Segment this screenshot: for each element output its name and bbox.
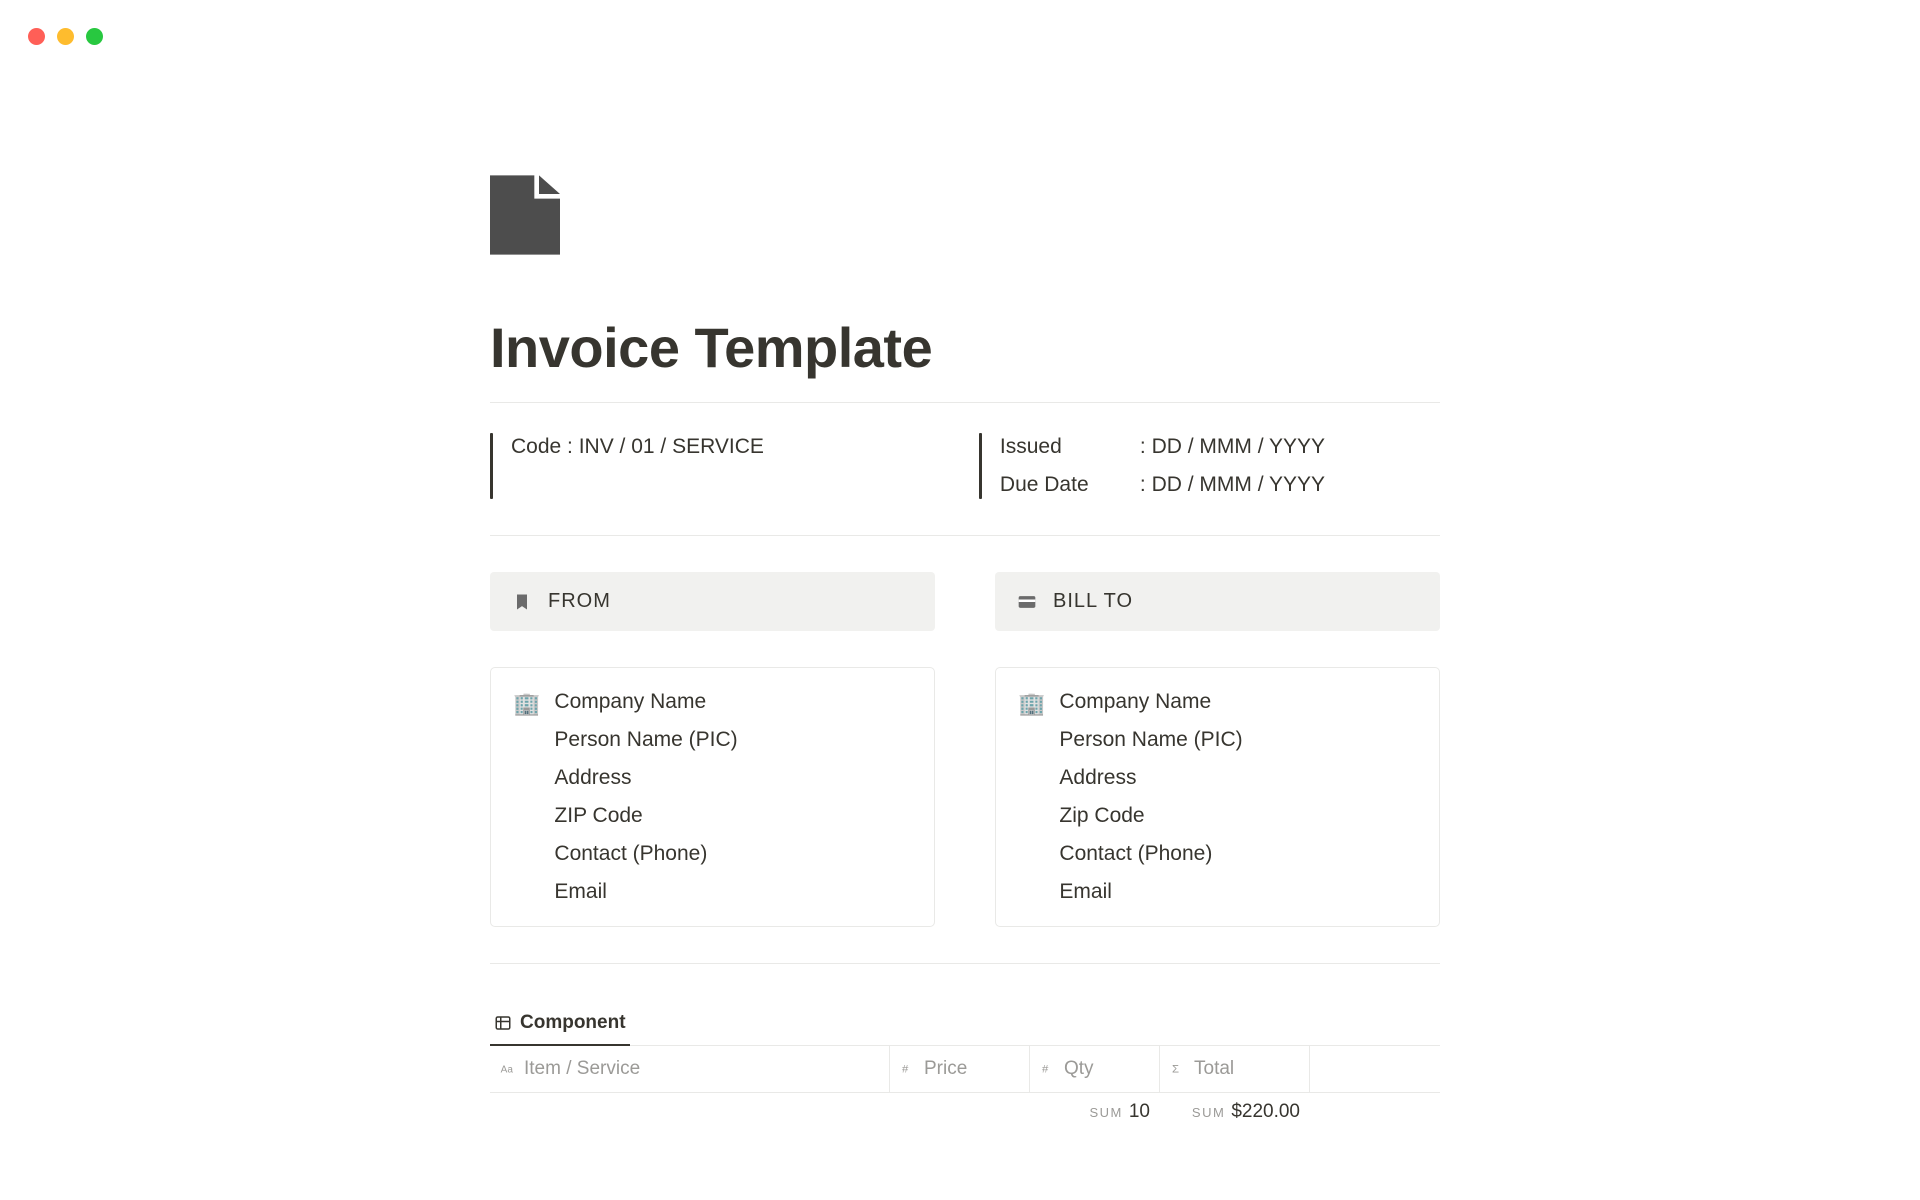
from-contact: Contact (Phone)	[554, 842, 737, 866]
sum-label: SUM	[1192, 1105, 1225, 1120]
bookmark-icon	[512, 592, 532, 612]
parties-row: FROM 🏢 Company Name Person Name (PIC) Ad…	[490, 572, 1440, 927]
column-total-label: Total	[1194, 1058, 1234, 1080]
from-address: Address	[554, 766, 737, 790]
from-header-label: FROM	[548, 590, 611, 613]
page-content: Invoice Template Code : INV / 01 / SERVI…	[490, 175, 1440, 1123]
maximize-window-button[interactable]	[86, 28, 103, 45]
bill-to-person: Person Name (PIC)	[1059, 728, 1242, 752]
number-prop-icon: #	[900, 1061, 916, 1077]
from-card[interactable]: 🏢 Company Name Person Name (PIC) Address…	[490, 667, 935, 927]
column-total[interactable]: Σ Total	[1160, 1046, 1310, 1092]
tab-component[interactable]: Component	[490, 1004, 630, 1046]
svg-text:#: #	[1042, 1063, 1049, 1075]
formula-prop-icon: Σ	[1170, 1061, 1186, 1077]
due-date-value: : DD / MMM / YYYY	[1140, 473, 1325, 497]
divider	[490, 963, 1440, 964]
divider	[490, 535, 1440, 536]
building-icon: 🏢	[513, 690, 540, 904]
sum-qty-value: 10	[1129, 1101, 1150, 1123]
bill-to-header-label: BILL TO	[1053, 590, 1133, 613]
quote-bar-icon	[490, 433, 493, 499]
due-date-label: Due Date	[1000, 473, 1140, 497]
sum-total-value: $220.00	[1231, 1101, 1300, 1123]
minimize-window-button[interactable]	[57, 28, 74, 45]
bill-to-zip: Zip Code	[1059, 804, 1242, 828]
window-traffic-lights	[28, 28, 103, 45]
from-person: Person Name (PIC)	[554, 728, 737, 752]
bill-to-column: BILL TO 🏢 Company Name Person Name (PIC)…	[995, 572, 1440, 927]
invoice-code-block[interactable]: Code : INV / 01 / SERVICE	[490, 433, 764, 499]
from-zip: ZIP Code	[554, 804, 737, 828]
table-icon	[494, 1014, 512, 1032]
quote-bar-icon	[979, 433, 982, 499]
tab-component-label: Component	[520, 1012, 626, 1034]
from-column: FROM 🏢 Company Name Person Name (PIC) Ad…	[490, 572, 935, 927]
svg-text:#: #	[902, 1063, 909, 1075]
column-item-label: Item / Service	[524, 1058, 640, 1080]
from-header[interactable]: FROM	[490, 572, 935, 631]
issued-label: Issued	[1000, 435, 1140, 459]
invoice-dates-block[interactable]: Issued : DD / MMM / YYYY Due Date : DD /…	[979, 433, 1440, 499]
invoice-code: Code : INV / 01 / SERVICE	[511, 435, 764, 459]
building-icon: 🏢	[1018, 690, 1045, 904]
bill-to-contact: Contact (Phone)	[1059, 842, 1242, 866]
bill-to-card[interactable]: 🏢 Company Name Person Name (PIC) Address…	[995, 667, 1440, 927]
column-extra[interactable]	[1310, 1046, 1440, 1092]
invoice-meta-row: Code : INV / 01 / SERVICE Issued : DD / …	[490, 403, 1440, 535]
number-prop-icon: #	[1040, 1061, 1056, 1077]
sum-qty-cell[interactable]: SUM 10	[1030, 1101, 1160, 1123]
column-qty[interactable]: # Qty	[1030, 1046, 1160, 1092]
table-header-row: Aa Item / Service # Price # Qty Σ Total	[490, 1046, 1440, 1093]
bill-to-company: Company Name	[1059, 690, 1242, 714]
table-sum-row: SUM 10 SUM $220.00	[490, 1093, 1440, 1123]
title-prop-icon: Aa	[500, 1061, 516, 1077]
page-file-icon[interactable]	[490, 175, 560, 255]
from-email: Email	[554, 880, 737, 904]
sum-label: SUM	[1089, 1105, 1122, 1120]
svg-text:Σ: Σ	[1172, 1063, 1179, 1075]
column-price[interactable]: # Price	[890, 1046, 1030, 1092]
from-company: Company Name	[554, 690, 737, 714]
sum-total-cell[interactable]: SUM $220.00	[1160, 1101, 1310, 1123]
close-window-button[interactable]	[28, 28, 45, 45]
column-qty-label: Qty	[1064, 1058, 1094, 1080]
page-title[interactable]: Invoice Template	[490, 315, 1440, 380]
issued-value: : DD / MMM / YYYY	[1140, 435, 1325, 459]
bill-to-email: Email	[1059, 880, 1242, 904]
bill-to-header[interactable]: BILL TO	[995, 572, 1440, 631]
column-item-service[interactable]: Aa Item / Service	[490, 1046, 890, 1092]
column-price-label: Price	[924, 1058, 967, 1080]
database-tabs: Component	[490, 1004, 1440, 1046]
bill-to-address: Address	[1059, 766, 1242, 790]
card-icon	[1017, 592, 1037, 612]
svg-text:Aa: Aa	[501, 1064, 514, 1075]
